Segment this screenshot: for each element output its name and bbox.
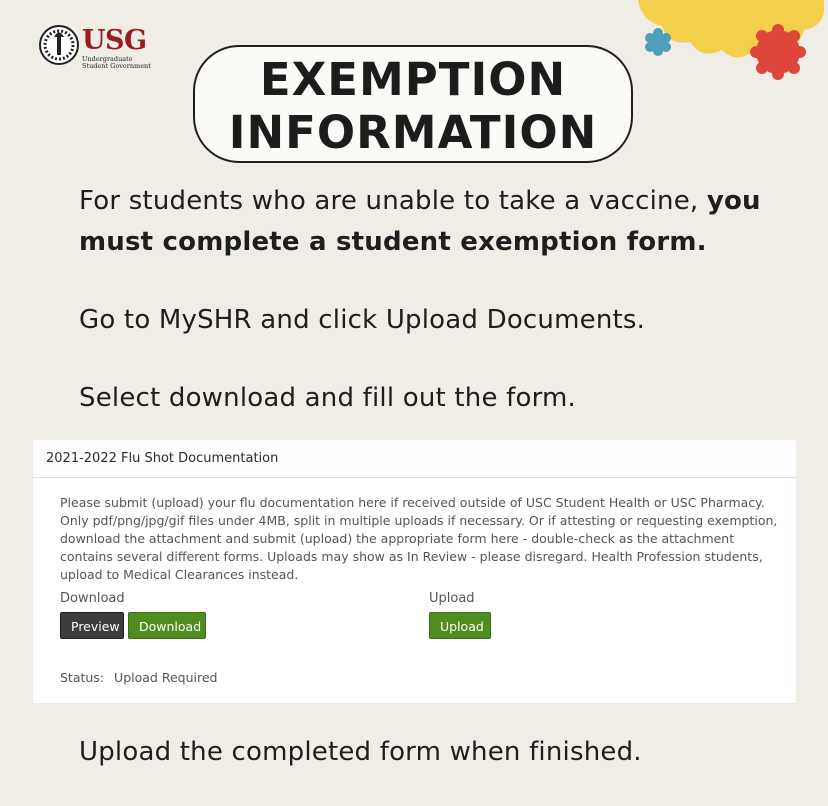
instruction-myshr: Go to MySHR and click Upload Documents. bbox=[79, 305, 646, 335]
flu-documentation-card: 2021-2022 Flu Shot Documentation Please … bbox=[33, 440, 796, 703]
usg-logo: USG Undergraduate Student Government bbox=[38, 24, 158, 70]
download-section-label: Download bbox=[60, 591, 125, 606]
usg-wordmark: USG bbox=[82, 25, 147, 56]
status-line: Status: Upload Required bbox=[60, 670, 217, 685]
instruction-exemption: For students who are unable to take a va… bbox=[79, 186, 761, 257]
title-banner: EXEMPTION INFORMATION bbox=[193, 45, 633, 163]
status-label: Status: bbox=[60, 670, 105, 685]
upload-section-label: Upload bbox=[429, 591, 475, 606]
decorative-flowers bbox=[638, 0, 825, 80]
page-title: EXEMPTION INFORMATION bbox=[228, 53, 598, 159]
card-title: 2021-2022 Flu Shot Documentation bbox=[33, 440, 796, 478]
usg-subtitle: Undergraduate Student Government bbox=[82, 55, 151, 70]
instruction-upload: Upload the completed form when finished. bbox=[79, 737, 642, 767]
card-description: Please submit (upload) your flu document… bbox=[60, 495, 778, 582]
download-button[interactable]: Download bbox=[128, 612, 206, 639]
upload-button[interactable]: Upload bbox=[429, 612, 491, 639]
torch-seal-icon bbox=[39, 25, 79, 65]
instruction-download: Select download and fill out the form. bbox=[79, 383, 576, 413]
preview-button[interactable]: Preview bbox=[60, 612, 124, 639]
status-value: Upload Required bbox=[114, 670, 218, 685]
